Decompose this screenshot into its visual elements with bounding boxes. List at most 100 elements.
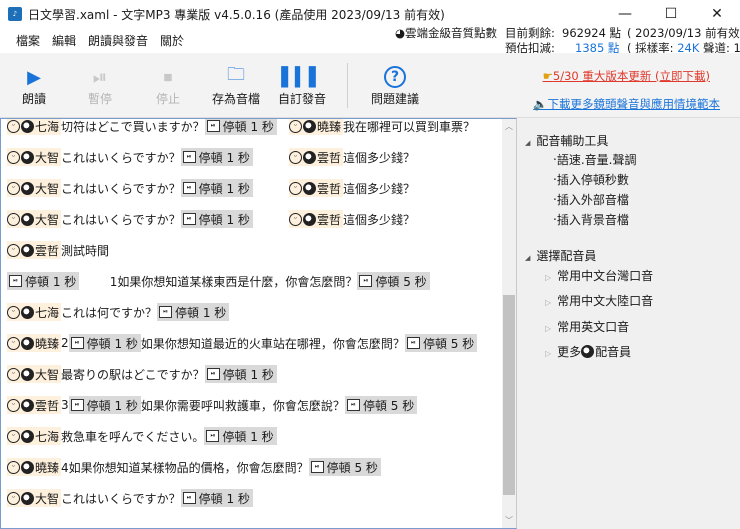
pause-tag[interactable]: ⏯ 停頓 1 秒 bbox=[204, 427, 277, 445]
pause-tag[interactable]: ⏯ 停頓 1 秒 bbox=[180, 179, 253, 197]
sentence-text[interactable]: 測試時間 bbox=[61, 242, 109, 259]
vertical-scrollbar[interactable]: ︿ ﹀ bbox=[502, 119, 516, 528]
pause-tag[interactable]: ⏯ 停頓 1 秒 bbox=[157, 303, 230, 321]
voices-header[interactable]: 選擇配音員 bbox=[525, 247, 596, 264]
script-line-translation[interactable]: ᵕ 雲哲 這個多少錢？ bbox=[289, 179, 415, 197]
sentence-text[interactable]: 4如果你想知道某樣物品的價格，你會怎麼問？ bbox=[61, 459, 309, 476]
sentence-text[interactable]: 2 bbox=[61, 336, 69, 350]
speaker-tag[interactable]: ᵕ 雲哲 bbox=[289, 179, 344, 197]
stop-button[interactable]: ⏹ 停止 bbox=[140, 53, 196, 118]
menu-file[interactable]: 檔案 bbox=[16, 32, 40, 49]
voice-more[interactable]: 更多配音員 bbox=[545, 343, 631, 360]
close-button[interactable]: ✕ bbox=[694, 0, 740, 28]
script-line[interactable]: ᵕ 七海 これは何ですか？ ⏯ 停頓 1 秒 bbox=[7, 303, 230, 321]
pause-tag[interactable]: ⏯ 停頓 5 秒 bbox=[404, 334, 478, 352]
pause-tag[interactable]: ⏯ 停頓 5 秒 bbox=[357, 272, 430, 290]
custom-pronunciation-button[interactable]: ▌▍▌ 自訂發音 bbox=[272, 53, 332, 118]
sentence-text[interactable]: これはいくらですか？ bbox=[61, 180, 181, 197]
sentence-text[interactable]: 切符はどこで買いますか？ bbox=[61, 119, 205, 135]
speaker-tag[interactable]: ᵕ 大智 bbox=[7, 365, 62, 383]
scrollbar-thumb[interactable] bbox=[503, 295, 515, 495]
speaker-tag[interactable]: ᵕ 大智 bbox=[7, 179, 62, 197]
minimize-button[interactable]: — bbox=[602, 0, 648, 28]
sentence-text[interactable]: 救急車を呼んでください。 bbox=[61, 428, 204, 445]
menu-edit[interactable]: 編輯 bbox=[52, 32, 76, 49]
script-line[interactable]: ᵕ 曉臻 4如果你想知道某樣物品的價格，你會怎麼問？ ⏯ 停頓 5 秒 bbox=[7, 458, 381, 476]
sentence-text[interactable]: 最寄りの駅はどこですか？ bbox=[61, 366, 205, 383]
script-line[interactable]: ⏯ 停頓 1 秒 1如果你想知道某樣東西是什麼，你會怎麼問？ ⏯ 停頓 5 秒 bbox=[7, 272, 430, 290]
sentence-text[interactable]: 如果你需要呼叫救護車，你會怎麼說？ bbox=[141, 397, 345, 414]
play-button[interactable]: ▶ 朗讀 bbox=[10, 53, 58, 118]
tool-insert-external[interactable]: ‧插入外部音檔 bbox=[553, 191, 629, 208]
script-line[interactable]: ᵕ 雲哲 3 ⏯ 停頓 1 秒如果你需要呼叫救護車，你會怎麼說？ ⏯ 停頓 5 秒 bbox=[7, 396, 418, 414]
update-link[interactable]: ☛5/30 重大版本更新 (立即下載) bbox=[543, 68, 710, 84]
pause-tag[interactable]: ⏯ 停頓 1 秒 bbox=[7, 272, 80, 290]
speaker-tag[interactable]: ᵕ 曉臻 bbox=[7, 334, 62, 352]
script-line[interactable]: ᵕ 七海 切符はどこで買いますか？ ⏯ 停頓 1 秒 bbox=[7, 119, 277, 135]
pause-tag[interactable]: ⏯ 停頓 5 秒 bbox=[308, 458, 381, 476]
script-line-translation[interactable]: ᵕ 雲哲 這個多少錢？ bbox=[289, 148, 415, 166]
script-line[interactable]: ᵕ 雲哲 測試時間 bbox=[7, 241, 109, 259]
speaker-tag[interactable]: ᵕ 七海 bbox=[7, 303, 62, 321]
speaker-tag[interactable]: ᵕ 七海 bbox=[7, 427, 62, 445]
script-line-translation[interactable]: ᵕ 曉臻 我在哪裡可以買到車票？ bbox=[289, 119, 475, 135]
script-line[interactable]: ᵕ 大智 これはいくらですか？ ⏯ 停頓 1 秒 bbox=[7, 148, 253, 166]
speaker-tag[interactable]: ᵕ 曉臻 bbox=[7, 458, 62, 476]
scroll-up-icon[interactable]: ︿ bbox=[502, 121, 516, 132]
speaker-tag[interactable]: ᵕ 雲哲 bbox=[7, 396, 62, 414]
script-line-translation[interactable]: ᵕ 雲哲 這個多少錢？ bbox=[289, 210, 415, 228]
help-button[interactable]: ? 問題建議 bbox=[362, 53, 428, 118]
pause-tag[interactable]: ⏯ 停頓 1 秒 bbox=[204, 365, 277, 383]
sentence-text[interactable]: これはいくらですか？ bbox=[61, 149, 181, 166]
script-line[interactable]: ᵕ 大智 これはいくらですか？ ⏯ 停頓 1 秒 bbox=[7, 179, 253, 197]
maximize-button[interactable]: ☐ bbox=[648, 0, 694, 28]
sentence-text[interactable]: 1如果你想知道某樣東西是什麼，你會怎麼問？ bbox=[79, 273, 358, 290]
sentence-text[interactable]: 這個多少錢？ bbox=[343, 211, 415, 228]
face-icon: ᵕ bbox=[7, 181, 20, 195]
save-audio-button[interactable]: 🗀 存為音檔 bbox=[206, 53, 266, 118]
speaker-tag[interactable]: ᵕ 雲哲 bbox=[7, 241, 62, 259]
pause-button[interactable]: ⏯ 暫停 bbox=[72, 53, 128, 118]
face-icon: ᵕ bbox=[7, 367, 20, 381]
voice-cn[interactable]: 常用中文大陸口音 bbox=[545, 292, 653, 309]
sentence-text[interactable]: これはいくらですか？ bbox=[61, 211, 181, 228]
pause-tag[interactable]: ⏯ 停頓 1 秒 bbox=[180, 210, 253, 228]
speaker-tag[interactable]: ᵕ 大智 bbox=[7, 489, 62, 507]
speaker-tag[interactable]: ᵕ 雲哲 bbox=[289, 210, 344, 228]
voice-en[interactable]: 常用英文口音 bbox=[545, 318, 629, 335]
voice-wave-icon: ▌▍▌ bbox=[281, 66, 323, 88]
menu-read[interactable]: 朗讀與發音 bbox=[88, 32, 148, 49]
tool-insert-bg[interactable]: ‧插入背景音檔 bbox=[553, 211, 629, 228]
tools-header[interactable]: 配音輔助工具 bbox=[525, 132, 608, 149]
speaker-tag[interactable]: ᵕ 曉臻 bbox=[289, 119, 344, 135]
sentence-text[interactable]: 我在哪裡可以買到車票？ bbox=[343, 119, 475, 135]
speaker-tag[interactable]: ᵕ 大智 bbox=[7, 210, 62, 228]
sentence-text[interactable]: 這個多少錢？ bbox=[343, 180, 415, 197]
script-line[interactable]: ᵕ 大智 これはいくらですか？ ⏯ 停頓 1 秒 bbox=[7, 210, 253, 228]
pause-tag[interactable]: ⏯ 停頓 5 秒 bbox=[344, 396, 418, 414]
pause-tag[interactable]: ⏯ 停頓 1 秒 bbox=[180, 148, 253, 166]
script-line[interactable]: ᵕ 大智 最寄りの駅はどこですか？ ⏯ 停頓 1 秒 bbox=[7, 365, 277, 383]
speaker-tag[interactable]: ᵕ 七海 bbox=[7, 119, 62, 135]
tool-speed-volume[interactable]: ‧語速.音量.聲調 bbox=[553, 151, 636, 168]
pause-tag[interactable]: ⏯ 停頓 1 秒 bbox=[204, 119, 277, 135]
speaker-tag[interactable]: ᵕ 大智 bbox=[7, 148, 62, 166]
sentence-text[interactable]: これは何ですか？ bbox=[61, 304, 157, 321]
script-editor[interactable]: ᵕ 七海 切符はどこで買いますか？ ⏯ 停頓 1 秒 ᵕ 曉臻 我在哪裡可以買到車票？ ᵕ 大智こ… bbox=[0, 118, 517, 529]
pause-tag[interactable]: ⏯ 停頓 1 秒 bbox=[68, 396, 141, 414]
speaker-tag[interactable]: ᵕ 雲哲 bbox=[289, 148, 344, 166]
script-line[interactable]: ᵕ 大智 これはいくらですか？ ⏯ 停頓 1 秒 bbox=[7, 489, 253, 507]
sentence-text[interactable]: これはいくらですか？ bbox=[61, 490, 181, 507]
script-line[interactable]: ᵕ 七海 救急車を呼んでください。 ⏯ 停頓 1 秒 bbox=[7, 427, 277, 445]
scroll-down-icon[interactable]: ﹀ bbox=[502, 515, 516, 526]
menu-about[interactable]: 關於 bbox=[160, 32, 184, 49]
sentence-text[interactable]: 3 bbox=[61, 398, 69, 412]
pause-tag[interactable]: ⏯ 停頓 1 秒 bbox=[180, 489, 253, 507]
sentence-text[interactable]: 這個多少錢？ bbox=[343, 149, 415, 166]
script-line[interactable]: ᵕ 曉臻 2 ⏯ 停頓 1 秒如果你想知道最近的火車站在哪裡，你會怎麼問？ ⏯ 停頓 5 秒 bbox=[7, 334, 478, 352]
voice-tw[interactable]: 常用中文台灣口音 bbox=[545, 267, 653, 284]
tool-insert-pause[interactable]: ‧插入停頓秒數 bbox=[553, 171, 629, 188]
sentence-text[interactable]: 如果你想知道最近的火車站在哪裡，你會怎麼問？ bbox=[141, 335, 405, 352]
download-link[interactable]: 🔈下載更多鏡頭聲音與應用情境範本 bbox=[533, 96, 720, 112]
pause-tag[interactable]: ⏯ 停頓 1 秒 bbox=[68, 334, 141, 352]
